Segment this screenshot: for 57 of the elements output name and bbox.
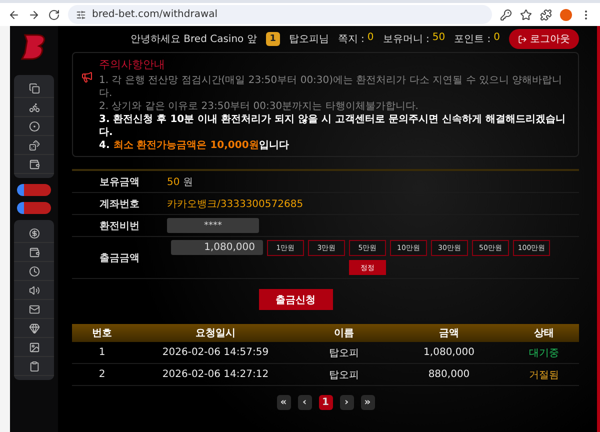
notice-line: 1. 각 은행 전산망 점검시간(매일 23:50부터 00:30)에는 환전처리가 다소 지연될 수 있으니 양해바랍니다. xyxy=(99,74,564,100)
notice-title: 주의사항안내 xyxy=(99,57,166,72)
first-page-button[interactable]: « xyxy=(276,395,290,410)
star-icon[interactable] xyxy=(520,8,532,20)
balance-value: 50 원 xyxy=(167,176,193,188)
forward-icon[interactable] xyxy=(28,8,40,20)
table-cell-text: 2 xyxy=(98,369,106,380)
stat-label: 포인트 : xyxy=(454,33,491,46)
puzzle-icon[interactable] xyxy=(540,8,552,20)
page-button[interactable]: 1 xyxy=(318,395,332,410)
promo-banner[interactable] xyxy=(17,202,51,214)
field-label: 보유금액 xyxy=(98,176,140,188)
promo-banner[interactable] xyxy=(17,184,51,196)
password-field[interactable]: **** xyxy=(167,218,259,233)
table-cell-text: 2026-02-06 14:57:59 xyxy=(161,347,270,358)
stat-value: 0 xyxy=(494,32,500,45)
amount-field[interactable]: 1,080,000 xyxy=(171,240,263,255)
site-settings-icon[interactable] xyxy=(76,10,86,20)
table-cell-text: 탑오피 xyxy=(328,346,360,360)
submit-button[interactable]: 출금신청 xyxy=(258,289,332,310)
column-header: 번호 xyxy=(91,327,113,340)
address-bar[interactable]: bred-bet.com/withdrawal xyxy=(68,5,492,24)
profile-avatar[interactable] xyxy=(560,8,572,20)
table-cell-text: 1 xyxy=(98,347,106,358)
field-label: 출금금액 xyxy=(98,252,140,264)
logout-icon xyxy=(518,34,527,44)
stat-label: 쪽지 : xyxy=(338,33,364,46)
notice-line: 4. 최소 환전가능금액은 10,000원입니다 xyxy=(99,139,290,152)
table-cell-text: 1,080,000 xyxy=(422,347,476,358)
next-page-button[interactable]: › xyxy=(340,395,354,410)
notice-line: 2. 상기와 같은 이유로 23:50부터 00:30분까지는 타행이체불가합니다. xyxy=(99,100,420,113)
column-header: 요청일시 xyxy=(194,327,236,340)
reload-icon[interactable] xyxy=(48,8,60,20)
stat-value: 0 xyxy=(367,32,374,45)
megaphone-icon xyxy=(81,71,93,83)
field-label: 계좌번호 xyxy=(98,198,140,210)
last-page-button[interactable]: » xyxy=(360,395,374,410)
username: 탑오피님 xyxy=(288,33,329,46)
greeting-text: 안녕하세요 Bred Casino 앞 xyxy=(130,33,257,46)
table-cell-text: 2026-02-06 14:27:12 xyxy=(161,369,270,380)
level-badge: 1 xyxy=(266,32,280,46)
account-value: 카카오뱅크/3333300572685 xyxy=(167,198,304,210)
status-text: 거절됨 xyxy=(528,368,560,382)
column-header: 이름 xyxy=(333,327,355,340)
table-cell-text: 탑오피 xyxy=(328,368,360,382)
previous-page-button[interactable]: ‹ xyxy=(298,395,312,410)
back-icon[interactable] xyxy=(8,8,20,20)
logout-button[interactable]: 로그아웃 xyxy=(509,29,579,49)
column-header: 금액 xyxy=(438,327,460,340)
stat-value: 50 xyxy=(432,32,446,45)
stat-label: 보유머니 : xyxy=(382,33,430,46)
notice-line: 3. 환전신청 후 10분 이내 환전처리가 되지 않을 시 고객센터로 문의주시면 신속하게 해결해드리겠습니다. xyxy=(99,113,566,139)
column-header: 상태 xyxy=(533,327,555,340)
key-icon[interactable] xyxy=(500,8,512,20)
field-label: 환전비번 xyxy=(98,220,140,232)
table-cell-text: 880,000 xyxy=(427,369,471,380)
status-text: 대기중 xyxy=(528,346,560,360)
